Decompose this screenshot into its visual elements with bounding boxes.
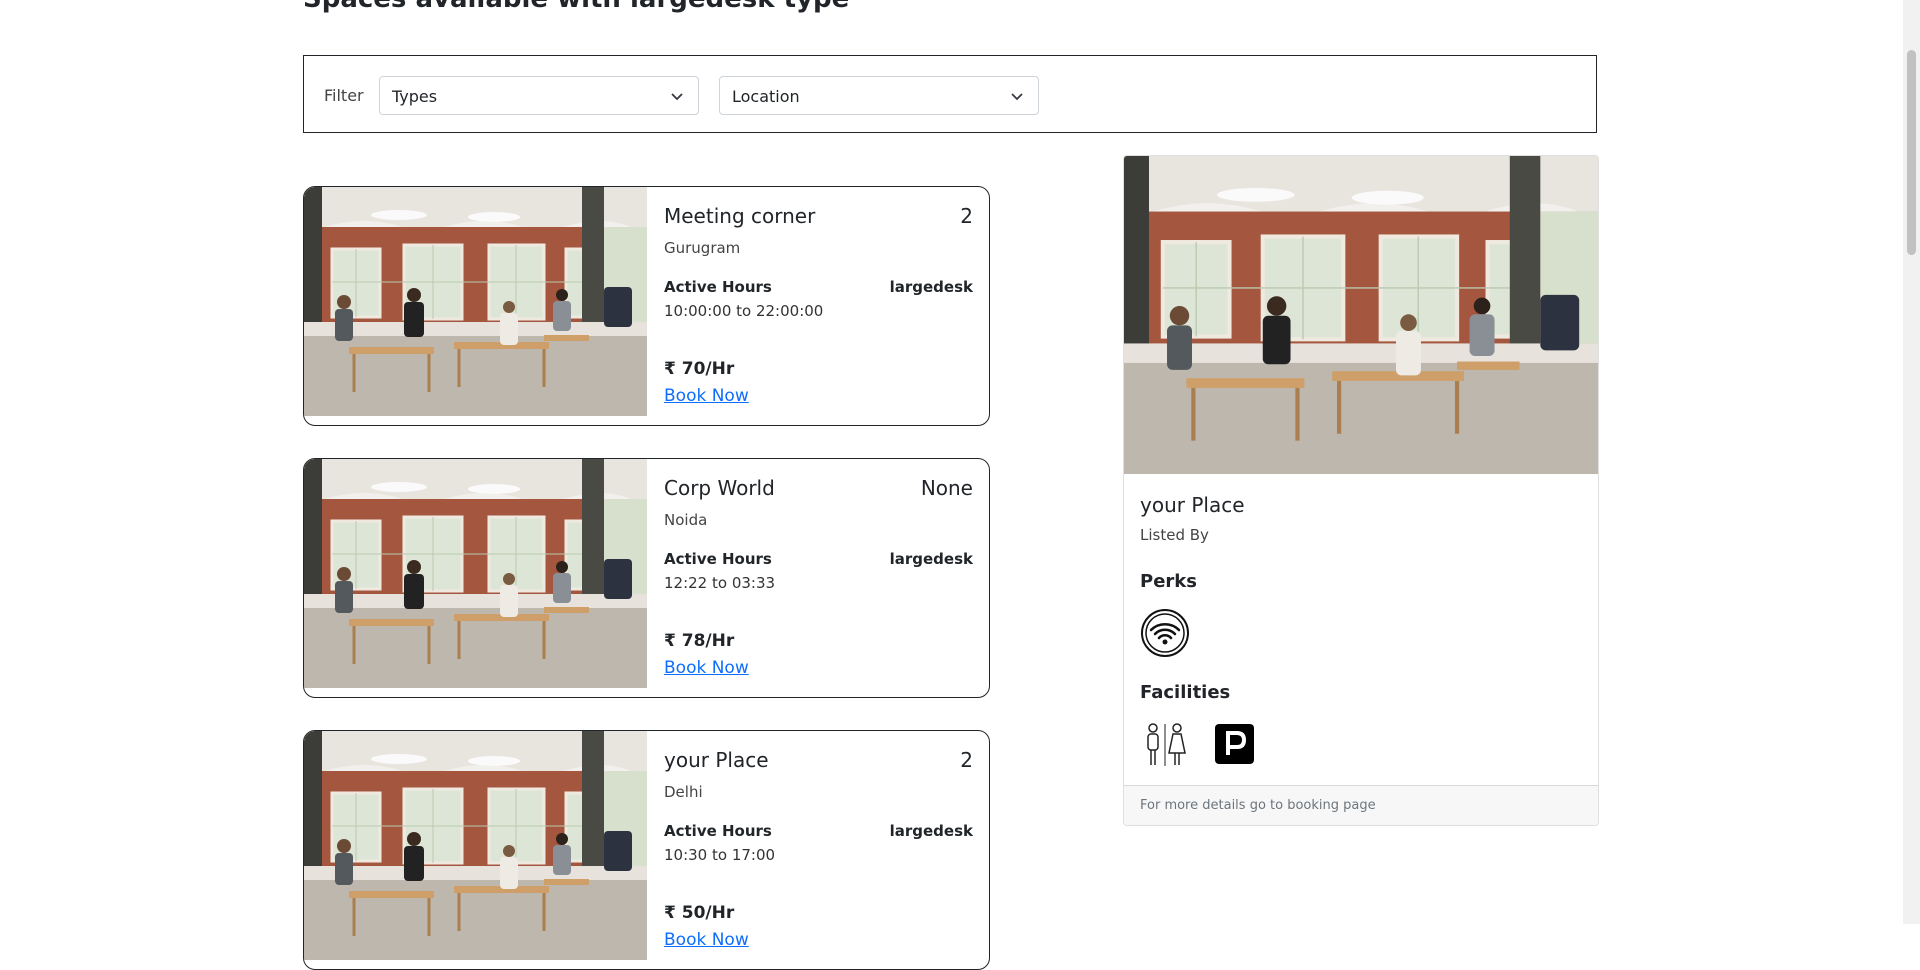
active-hours-value: 10:30 to 17:00 [664, 846, 776, 864]
space-photo [304, 731, 647, 960]
page-heading: Spaces available with largedesk type [303, 0, 849, 14]
space-card: Meeting corner 2 Gurugram Active Hours l… [303, 186, 990, 426]
active-hours-label: Active Hours [664, 822, 772, 840]
location-select[interactable]: Location [719, 76, 1039, 115]
space-card: Corp World None Noida Active Hours large… [303, 458, 990, 698]
active-hours-value: 10:00:00 to 22:00:00 [664, 302, 824, 320]
space-title: your Place [664, 748, 769, 772]
types-select[interactable]: Types [379, 76, 699, 115]
space-price: ₹ 78/Hr [664, 631, 735, 651]
book-now-link[interactable]: Book Now [664, 658, 749, 678]
detail-photo [1124, 156, 1599, 474]
space-city: Delhi [664, 783, 703, 801]
detail-footer: For more details go to booking page [1124, 785, 1598, 825]
space-price: ₹ 70/Hr [664, 359, 735, 379]
page-scrollbar[interactable] [1903, 0, 1920, 924]
space-photo [304, 459, 647, 688]
space-card-body: Meeting corner 2 Gurugram Active Hours l… [664, 187, 973, 425]
detail-footer-text: For more details go to booking page [1140, 798, 1376, 813]
perks-heading: Perks [1140, 571, 1197, 592]
space-city: Gurugram [664, 239, 741, 257]
space-card-body: Corp World None Noida Active Hours large… [664, 459, 973, 697]
listed-by: Listed By [1140, 526, 1209, 544]
space-type: largedesk [889, 278, 973, 296]
parking-icon [1215, 724, 1254, 764]
location-select-value: Location [732, 87, 800, 106]
space-price: ₹ 50/Hr [664, 903, 735, 923]
types-select-value: Types [392, 87, 438, 106]
detail-title: your Place [1140, 493, 1245, 517]
active-hours-label: Active Hours [664, 550, 772, 568]
scrollbar-thumb[interactable] [1907, 50, 1916, 255]
space-type: largedesk [889, 550, 973, 568]
book-now-link[interactable]: Book Now [664, 386, 749, 406]
wifi-icon [1141, 609, 1189, 657]
chevron-down-icon [1011, 93, 1023, 101]
filter-label: Filter [324, 86, 364, 105]
active-hours-value: 12:22 to 03:33 [664, 574, 776, 592]
space-type: largedesk [889, 822, 973, 840]
space-count: 2 [960, 748, 973, 772]
space-card-body: your Place 2 Delhi Active Hours largedes… [664, 731, 973, 969]
filter-bar: Filter Types Location [303, 55, 1597, 133]
space-city: Noida [664, 511, 708, 529]
space-title: Meeting corner [664, 204, 816, 228]
restroom-icon [1147, 723, 1186, 766]
space-count: 2 [960, 204, 973, 228]
space-photo [304, 187, 647, 416]
space-detail-panel: your Place Listed By Perks Facilities Fo… [1123, 155, 1599, 826]
space-title: Corp World [664, 476, 775, 500]
space-card: your Place 2 Delhi Active Hours largedes… [303, 730, 990, 970]
facilities-heading: Facilities [1140, 682, 1231, 703]
active-hours-label: Active Hours [664, 278, 772, 296]
chevron-down-icon [671, 93, 683, 101]
space-count: None [920, 476, 973, 500]
book-now-link[interactable]: Book Now [664, 930, 749, 950]
